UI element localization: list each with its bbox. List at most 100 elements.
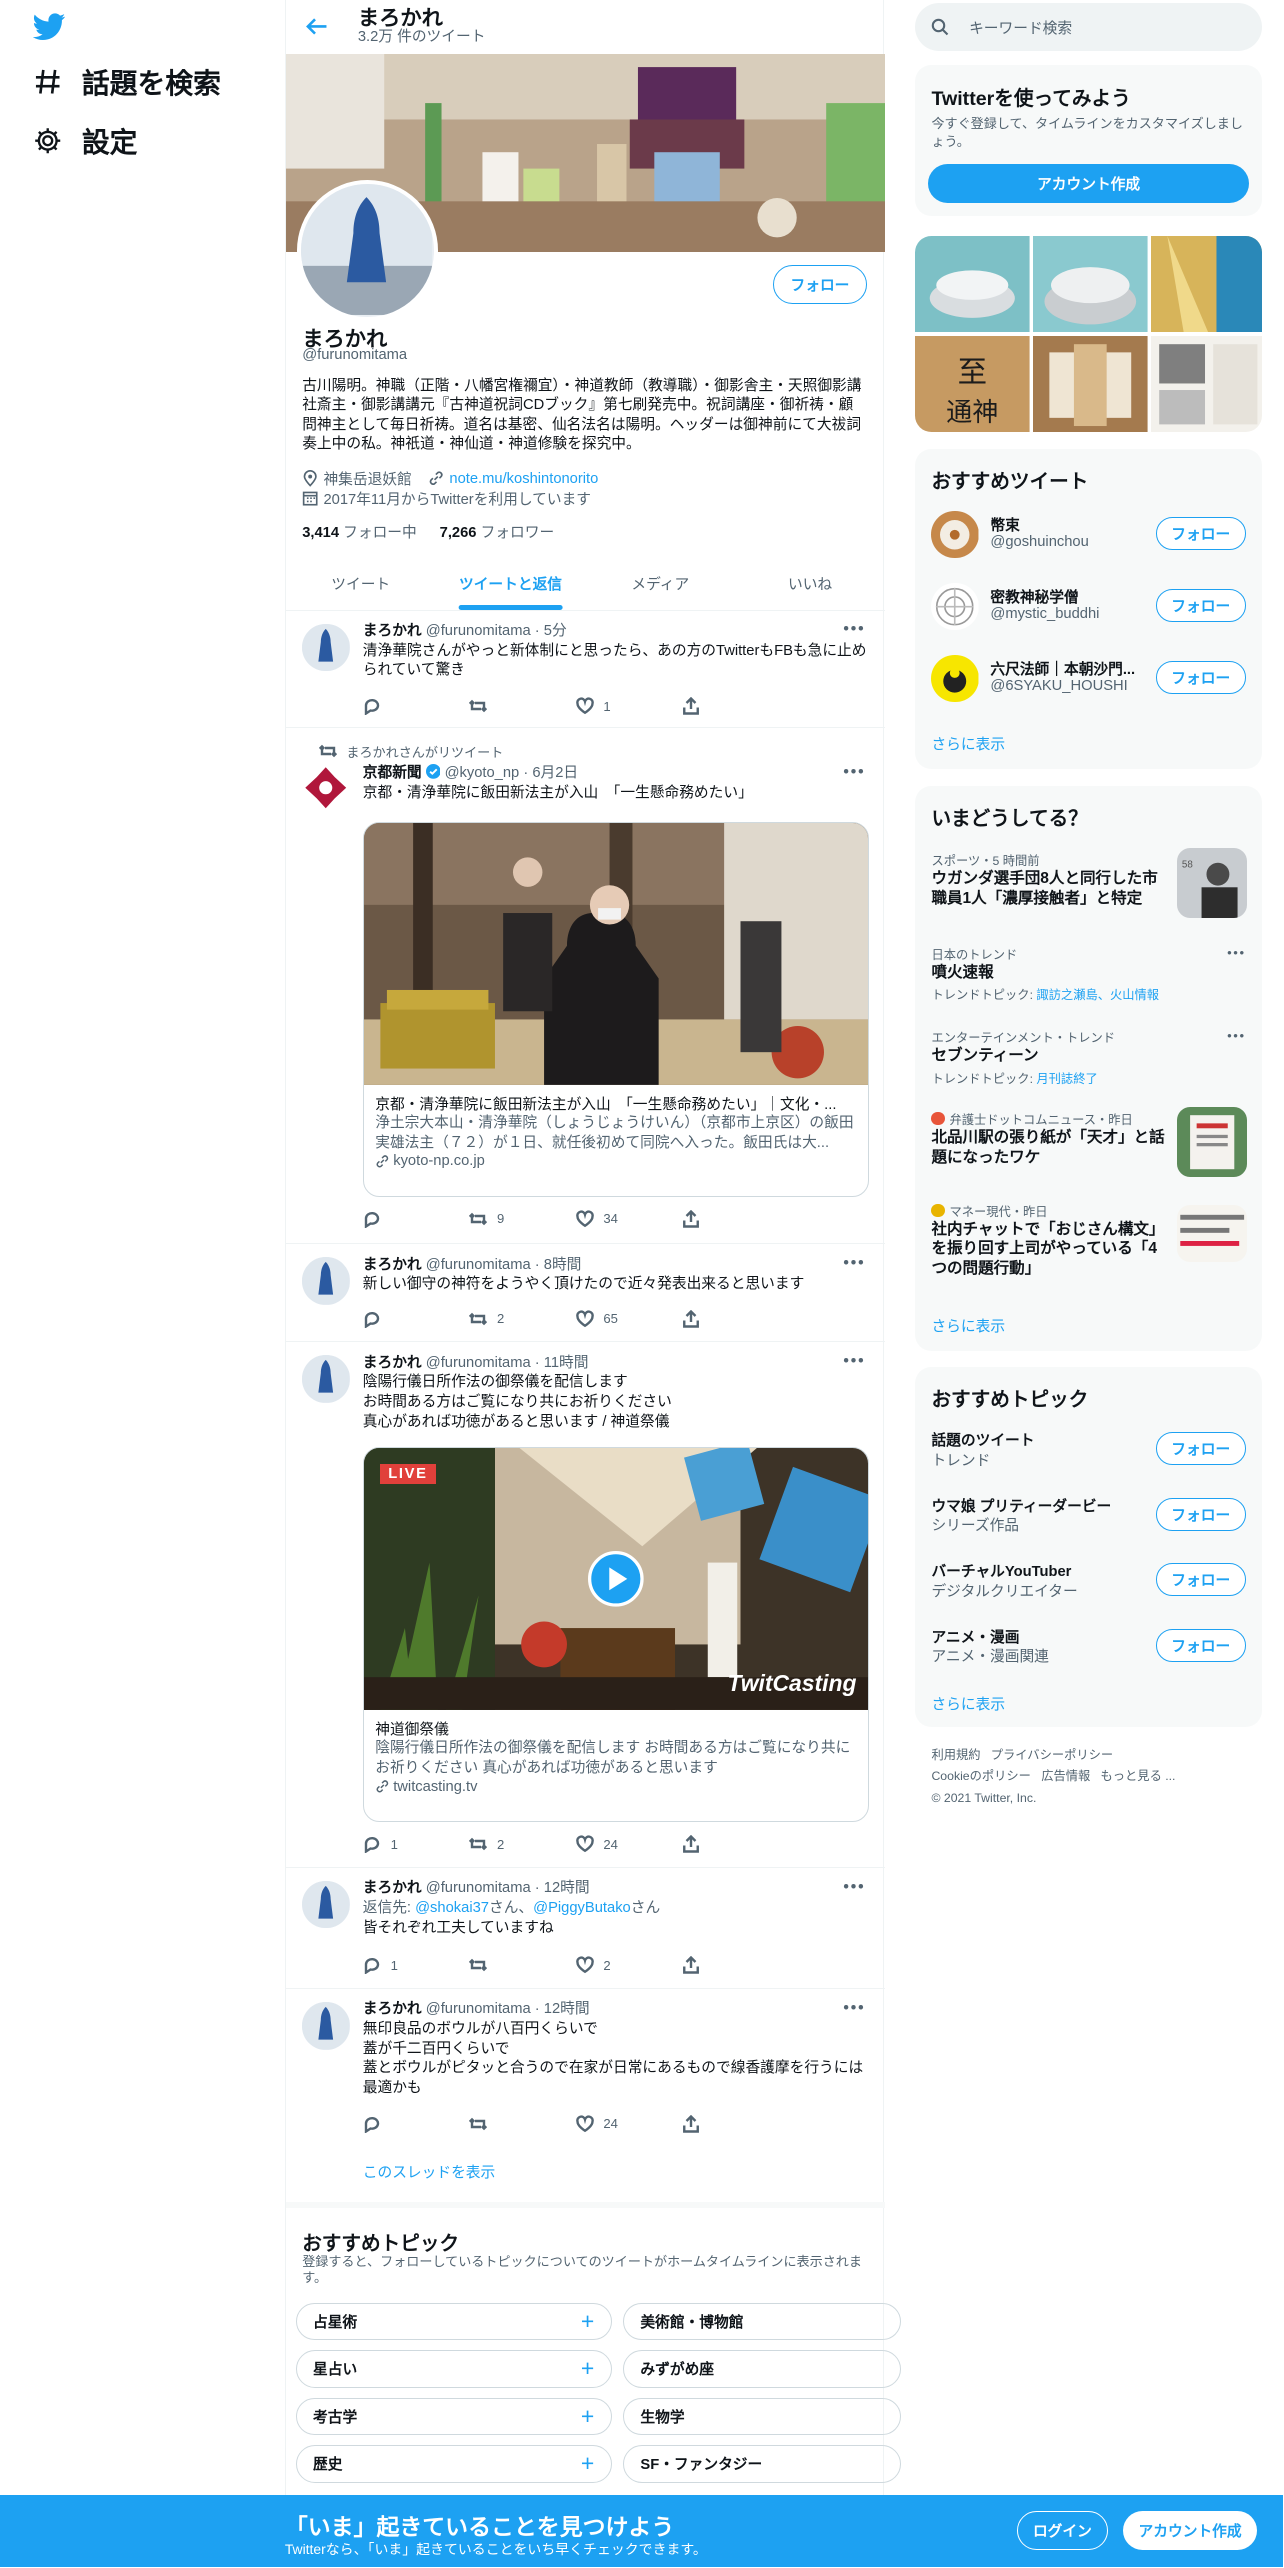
footer-more[interactable]: もっと見る ... [1101, 1769, 1176, 1783]
topic-item[interactable]: ウマ娘 プリティーダービー シリーズ作品 フォロー [915, 1481, 1262, 1546]
tweet-author[interactable]: まろかれ [363, 1355, 422, 1371]
more-icon[interactable]: ••• [843, 620, 865, 639]
retweet-button[interactable]: 2 [469, 1835, 575, 1853]
nav-settings[interactable]: 設定 [33, 121, 137, 160]
followers-count[interactable]: 7,266 フォロワー [440, 521, 555, 542]
tweet[interactable]: まろかれ @furunomitama · 12時間 無印良品のボウルが八百円くら… [286, 1991, 885, 2194]
more-icon[interactable]: ••• [843, 1352, 865, 1371]
reply-button[interactable] [363, 1310, 469, 1328]
tweet-avatar[interactable] [302, 2002, 350, 2050]
tweet-author[interactable]: まろかれ [363, 623, 422, 639]
retweet-button[interactable]: 2 [469, 1310, 575, 1328]
more-icon[interactable]: ••• [843, 1878, 865, 1897]
tab-tweets-and-replies[interactable]: ツイートと返信 [436, 557, 586, 610]
trend-item[interactable]: 弁護士ドットコムニュース・昨日 北品川駅の張り紙が「天才」と話題になったワケ [915, 1106, 1262, 1189]
tweet-avatar[interactable] [302, 1880, 350, 1929]
tweet-avatar[interactable] [302, 1355, 350, 1403]
media-thumbnail[interactable] [1150, 335, 1263, 433]
reply-button[interactable] [363, 2115, 469, 2133]
reply-button[interactable]: 1 [363, 1956, 469, 1975]
like-button[interactable]: 2 [575, 1956, 682, 1974]
following-count[interactable]: 3,414 フォロー中 [302, 521, 417, 542]
search-input[interactable]: キーワード検索 [915, 3, 1263, 51]
media-thumbnail[interactable] [1032, 235, 1148, 333]
tweet[interactable]: まろかれ @furunomitama · 11時間 陰陽行儀日所作法の御祭儀を配… [285, 1344, 885, 1868]
plus-icon[interactable]: + [581, 2355, 594, 2382]
tab-tweets[interactable]: ツイート [286, 557, 436, 610]
topics-show-more[interactable]: さらに表示 [931, 1693, 1005, 1714]
recommended-user[interactable]: 幣束 @goshuinchou フォロー [915, 501, 1262, 573]
retweet-button[interactable] [469, 1956, 575, 1974]
like-button[interactable]: 34 [575, 1210, 682, 1228]
trend-item[interactable]: スポーツ・5 時間前 ウガンダ選手団8人と同行した市職員1人「濃厚接触者」と特定… [915, 846, 1262, 931]
topic-pill[interactable]: 考古学 + [295, 2397, 612, 2436]
trends-show-more[interactable]: さらに表示 [931, 1315, 1005, 1336]
tweet-avatar[interactable] [302, 623, 350, 672]
like-button[interactable]: 65 [575, 1310, 682, 1328]
reply-to-user-2[interactable]: @PiggyButako [533, 1900, 631, 1916]
reply-to-user-1[interactable]: @shokai37 [415, 1900, 489, 1916]
plus-icon[interactable]: + [581, 2308, 594, 2335]
media-thumbnail[interactable]: 至通神 [915, 335, 1030, 433]
trend-sub-links[interactable]: 月刊誌終了 [1036, 1072, 1097, 1086]
reply-button[interactable] [363, 1210, 469, 1228]
tab-media[interactable]: メディア [585, 557, 735, 610]
show-thread-link[interactable]: このスレッドを表示 [363, 2161, 495, 2182]
share-button[interactable] [682, 1309, 788, 1328]
follow-button[interactable]: フォロー [1155, 661, 1246, 695]
tweet[interactable]: まろかれさんがリツイート 京都新聞 @kyoto_np · 6月2日 京都・清浄… [285, 730, 885, 1245]
topic-pill[interactable]: 占星術 + [295, 2302, 612, 2341]
more-icon[interactable]: ••• [1227, 1028, 1246, 1043]
share-button[interactable] [682, 1209, 788, 1228]
trend-item[interactable]: 日本のトレンド 噴火速報 トレンドトピック: 諏訪之瀬島、火山情報 ••• [915, 941, 1262, 1015]
like-button[interactable]: 24 [575, 1835, 682, 1853]
topic-pill[interactable]: SF・ファンタジー [623, 2445, 902, 2483]
profile-link[interactable]: note.mu/koshintonorito [428, 470, 598, 487]
plus-icon[interactable]: + [581, 2403, 594, 2430]
tweet-author[interactable]: 京都新聞 [363, 766, 422, 782]
link-card[interactable]: LIVE TwitCasting 神道御祭儀 陰陽行儀日所作法の御祭儀を配信しま… [362, 1447, 869, 1822]
topic-pill[interactable]: 星占い + [295, 2350, 612, 2388]
tweet-avatar[interactable] [302, 1257, 350, 1305]
user-avatar[interactable] [931, 510, 979, 559]
link-card[interactable]: 京都・清浄華院に飯田新法主が入山 「一生懸命務めたい」｜文化・... 浄土宗大本… [362, 821, 869, 1197]
tweet-time[interactable]: 11時間 [544, 1355, 589, 1371]
login-button[interactable]: ログイン [1016, 2511, 1109, 2551]
follow-button[interactable]: フォロー [1155, 1628, 1246, 1662]
more-icon[interactable]: ••• [843, 1254, 865, 1273]
tweet-author[interactable]: まろかれ [363, 1880, 422, 1896]
share-button[interactable] [682, 1835, 788, 1853]
reply-button[interactable] [363, 697, 469, 716]
more-icon[interactable]: ••• [843, 763, 865, 782]
trend-item[interactable]: エンターテインメント・トレンド セブンティーン トレンドトピック: 月刊誌終了 … [915, 1025, 1262, 1099]
play-icon[interactable] [588, 1551, 644, 1607]
profile-avatar[interactable] [297, 180, 439, 321]
recommended-user[interactable]: 六尺法師｜本朝沙門... @6SYAKU_HOUSHI フォロー [915, 645, 1262, 717]
follow-button[interactable]: フォロー [1155, 589, 1246, 623]
plus-icon[interactable]: + [581, 2450, 594, 2477]
profile-url[interactable]: note.mu/koshintonorito [449, 471, 598, 487]
tweet-time[interactable]: 12時間 [544, 1880, 590, 1896]
footer-cookies[interactable]: Cookieのポリシー [931, 1769, 1031, 1783]
nav-explore[interactable]: 話題を検索 [33, 62, 221, 101]
back-arrow-icon[interactable] [305, 15, 328, 38]
tweet-time[interactable]: 6月2日 [532, 766, 578, 782]
tweet[interactable]: まろかれ @furunomitama · 5分 清浄華院さんがやっと新体制にと思… [285, 611, 885, 729]
media-thumbnail[interactable] [1032, 335, 1148, 433]
tweet-avatar[interactable] [302, 764, 350, 812]
tweet[interactable]: まろかれ @furunomitama · 8時間 新しい御守の神符をようやく頂け… [285, 1246, 885, 1343]
tweet-time[interactable]: 8時間 [544, 1257, 582, 1273]
more-icon[interactable]: ••• [1227, 945, 1246, 960]
topic-item[interactable]: バーチャルYouTuber デジタルクリエイター フォロー [915, 1547, 1262, 1612]
follow-button[interactable]: フォロー [1155, 1432, 1246, 1466]
tweet-author[interactable]: まろかれ [363, 2001, 422, 2017]
retweet-button[interactable] [469, 2115, 575, 2133]
user-avatar[interactable] [931, 582, 979, 631]
share-button[interactable] [682, 2114, 788, 2133]
create-account-button[interactable]: アカウント作成 [928, 163, 1250, 203]
like-button[interactable]: 24 [575, 2115, 682, 2133]
like-button[interactable]: 1 [575, 697, 682, 715]
recommended-show-more[interactable]: さらに表示 [931, 733, 1005, 754]
retweet-button[interactable]: 9 [469, 1210, 575, 1228]
reply-button[interactable]: 1 [363, 1835, 469, 1854]
